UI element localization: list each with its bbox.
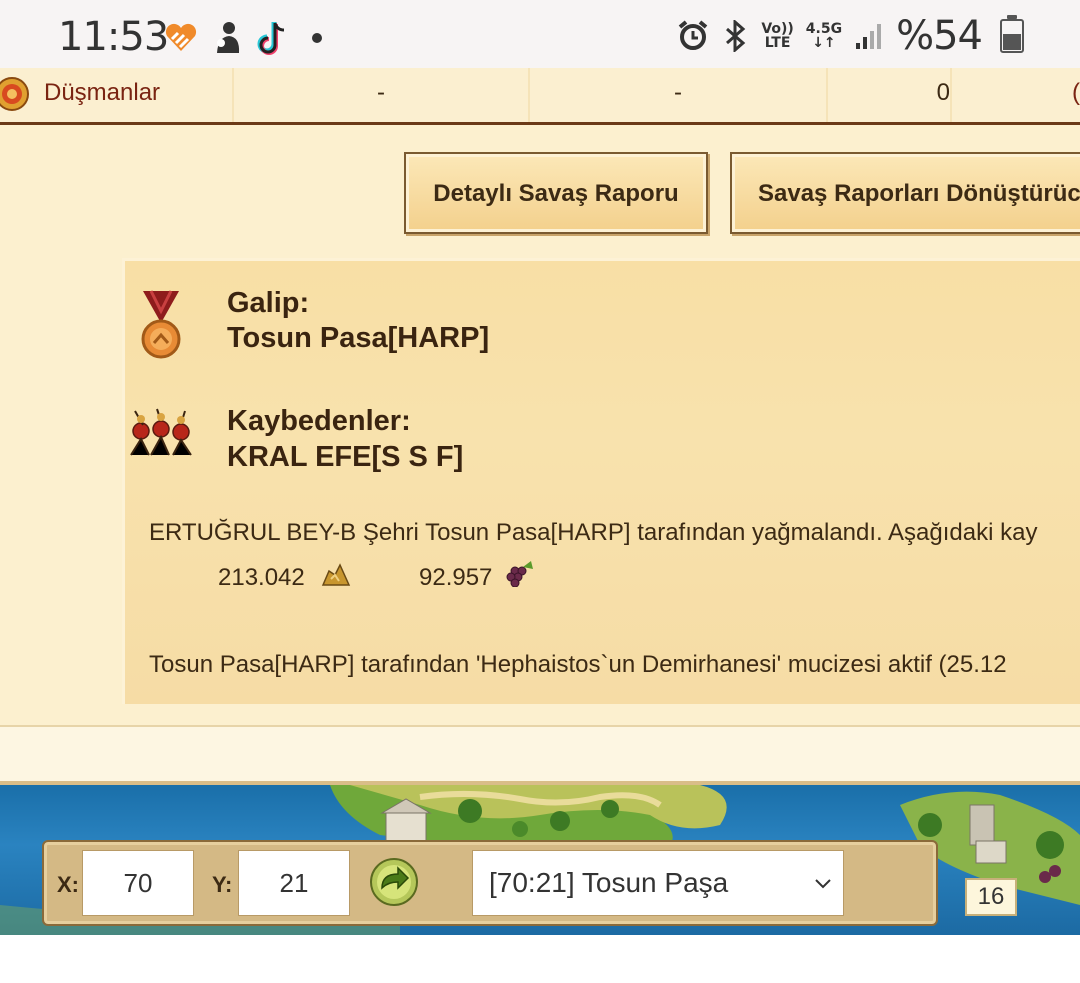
map-level-badge: 16 [965,878,1017,916]
table-cell: - [530,68,828,122]
volte-indicator: Vo)) LTE [761,21,794,51]
status-bar: 11:53 Vo)) LTE 4.5G ↓↑ %54 [0,0,1080,68]
winner-name[interactable]: Tosun Pasa[HARP] [227,322,489,355]
battery-percent: %54 [896,13,983,59]
y-label: Y: [212,872,233,897]
data-arrows-icon: ↓↑ [812,35,836,51]
plunder-message: ERTUĞRUL BEY-B Şehri Tosun Pasa[HARP] ta… [149,519,1038,546]
battery-icon [1000,15,1024,53]
detailed-battle-report-button[interactable]: Detaylı Savaş Raporu [404,152,708,234]
battle-report-box: Galip: Tosun Pasa[HARP] Kaybedenler: KRA… [122,258,1080,704]
x-label: X: [57,872,79,897]
alarm-icon [679,20,708,50]
gold-resource-icon [321,563,351,586]
chevron-down-icon [815,879,831,889]
resource-value: 213.042 [218,564,305,591]
enemies-label-cell: Düşmanlar [0,68,234,122]
status-time: 11:53 [58,14,169,60]
medal-icon [141,290,181,359]
city-select-value: [70:21] Tosun Paşa [489,867,729,898]
enemies-table-row: Düşmanlar - - 0 ( [0,68,1080,125]
signal-icon [856,24,882,49]
jump-to-coordinates-icon[interactable] [368,856,420,908]
heart-app-icon [165,23,197,51]
resource-value: 92.957 [419,564,493,591]
x-coordinate-input[interactable]: 70 [82,850,194,916]
defeated-soldiers-icon [130,408,192,456]
losers-heading: Kaybedenler: [227,405,411,437]
miracle-message: Tosun Pasa[HARP] tarafından 'Hephaistos`… [149,651,1007,678]
mobile-data-indicator: 4.5G ↓↑ [805,21,843,51]
panel-footer [0,725,1080,785]
notification-icons [164,18,322,58]
table-cell: ( [1072,79,1080,106]
enemy-target-icon [0,77,29,111]
person-app-icon [217,22,240,53]
table-cell: - [234,68,530,122]
coordinate-bar: X: 70 Y: 21 [70:21] Tosun Paşa [42,840,938,926]
city-select[interactable]: [70:21] Tosun Paşa [472,850,844,916]
bluetooth-icon [726,20,746,52]
battle-report-converter-button[interactable]: Savaş Raporları Dönüştürücü [730,152,1080,234]
system-icons: Vo)) LTE 4.5G ↓↑ %54 [677,13,1024,59]
table-cell: 0 [828,68,952,122]
winner-heading: Galip: [227,287,310,319]
more-notifications-dot [312,33,322,43]
enemies-label: Düşmanlar [44,79,161,106]
y-coordinate-input[interactable]: 21 [238,850,350,916]
grapes-resource-icon [506,561,533,587]
loser-name[interactable]: KRAL EFE[S S F] [227,441,463,474]
tiktok-icon [257,22,285,55]
